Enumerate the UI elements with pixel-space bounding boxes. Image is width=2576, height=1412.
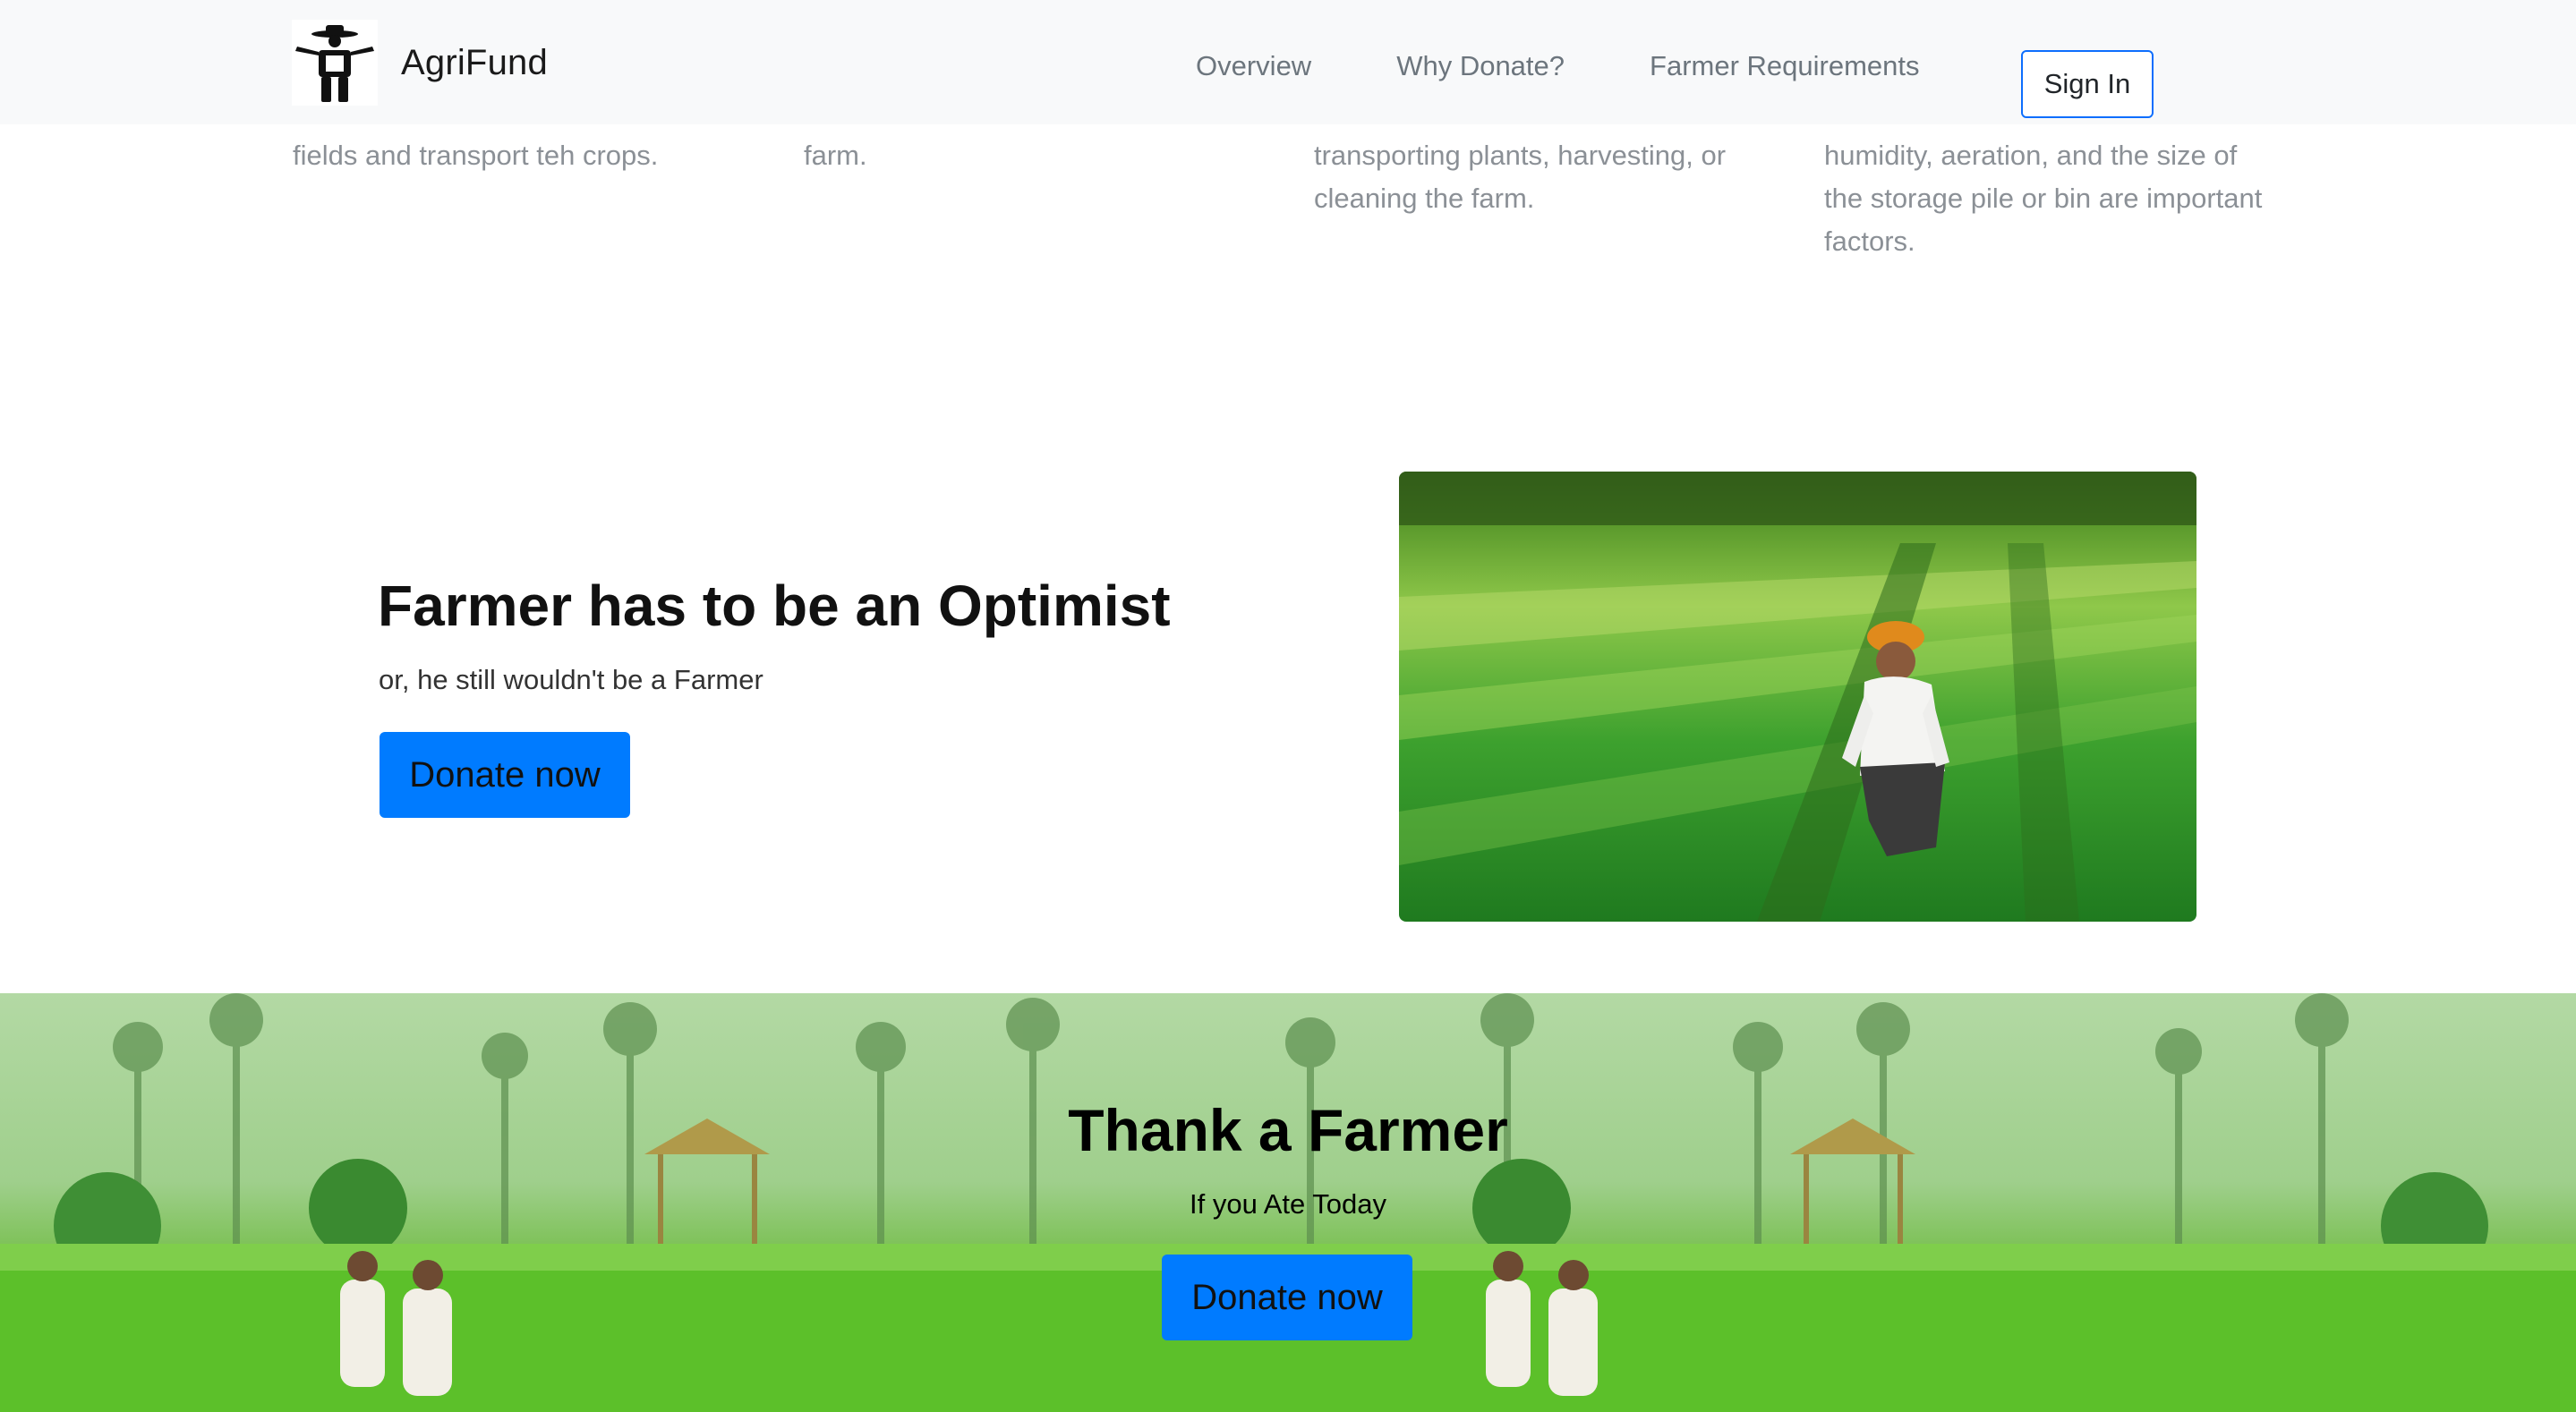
brand[interactable]: AgriFund [292,20,548,106]
farmer-logo-icon [292,20,378,106]
feature-text-line: the storage pile or bin are important [1824,183,2263,214]
nav-link-why-donate[interactable]: Why Donate? [1396,50,1565,82]
nav-links: Overview Why Donate? Farmer Requirements [1196,50,1920,82]
feature-text-line: cleaning the farm. [1314,183,1535,214]
nav-link-farmer-requirements[interactable]: Farmer Requirements [1650,50,1919,82]
feature-column-4: humidity, aeration, and the size of the … [1824,134,2262,263]
hero-title: Farmer has to be an Optimist [378,574,1171,638]
feature-column-1: fields and transport teh crops. [293,134,658,177]
feature-text-line: fields and transport teh crops. [293,140,659,171]
banner-title: Thank a Farmer [1068,1097,1508,1163]
banner-subtitle: If you Ate Today [1189,1188,1387,1220]
nav-link-overview[interactable]: Overview [1196,50,1311,82]
feature-column-3: transporting plants, harvesting, or clea… [1314,134,1726,220]
feature-text-line: humidity, aeration, and the size of [1824,140,2238,171]
banner-donate-button[interactable]: Donate now [1162,1255,1412,1340]
page: fields and transport teh crops. farm. tr… [0,0,2576,1412]
feature-column-2: farm. [804,134,867,177]
hero-subtitle: or, he still wouldn't be a Farmer [379,664,763,695]
farmer-field-image [1399,472,2196,922]
hero-donate-button[interactable]: Donate now [380,732,630,818]
farmer-field-photo [1399,472,2196,922]
navbar: AgriFund Overview Why Donate? Farmer Req… [0,0,2576,124]
sign-in-button[interactable]: Sign In [2021,50,2154,118]
brand-name: AgriFund [401,42,548,82]
feature-text-line: factors. [1824,225,1915,257]
feature-text-line: transporting plants, harvesting, or [1314,140,1727,171]
feature-text-line: farm. [804,140,867,171]
